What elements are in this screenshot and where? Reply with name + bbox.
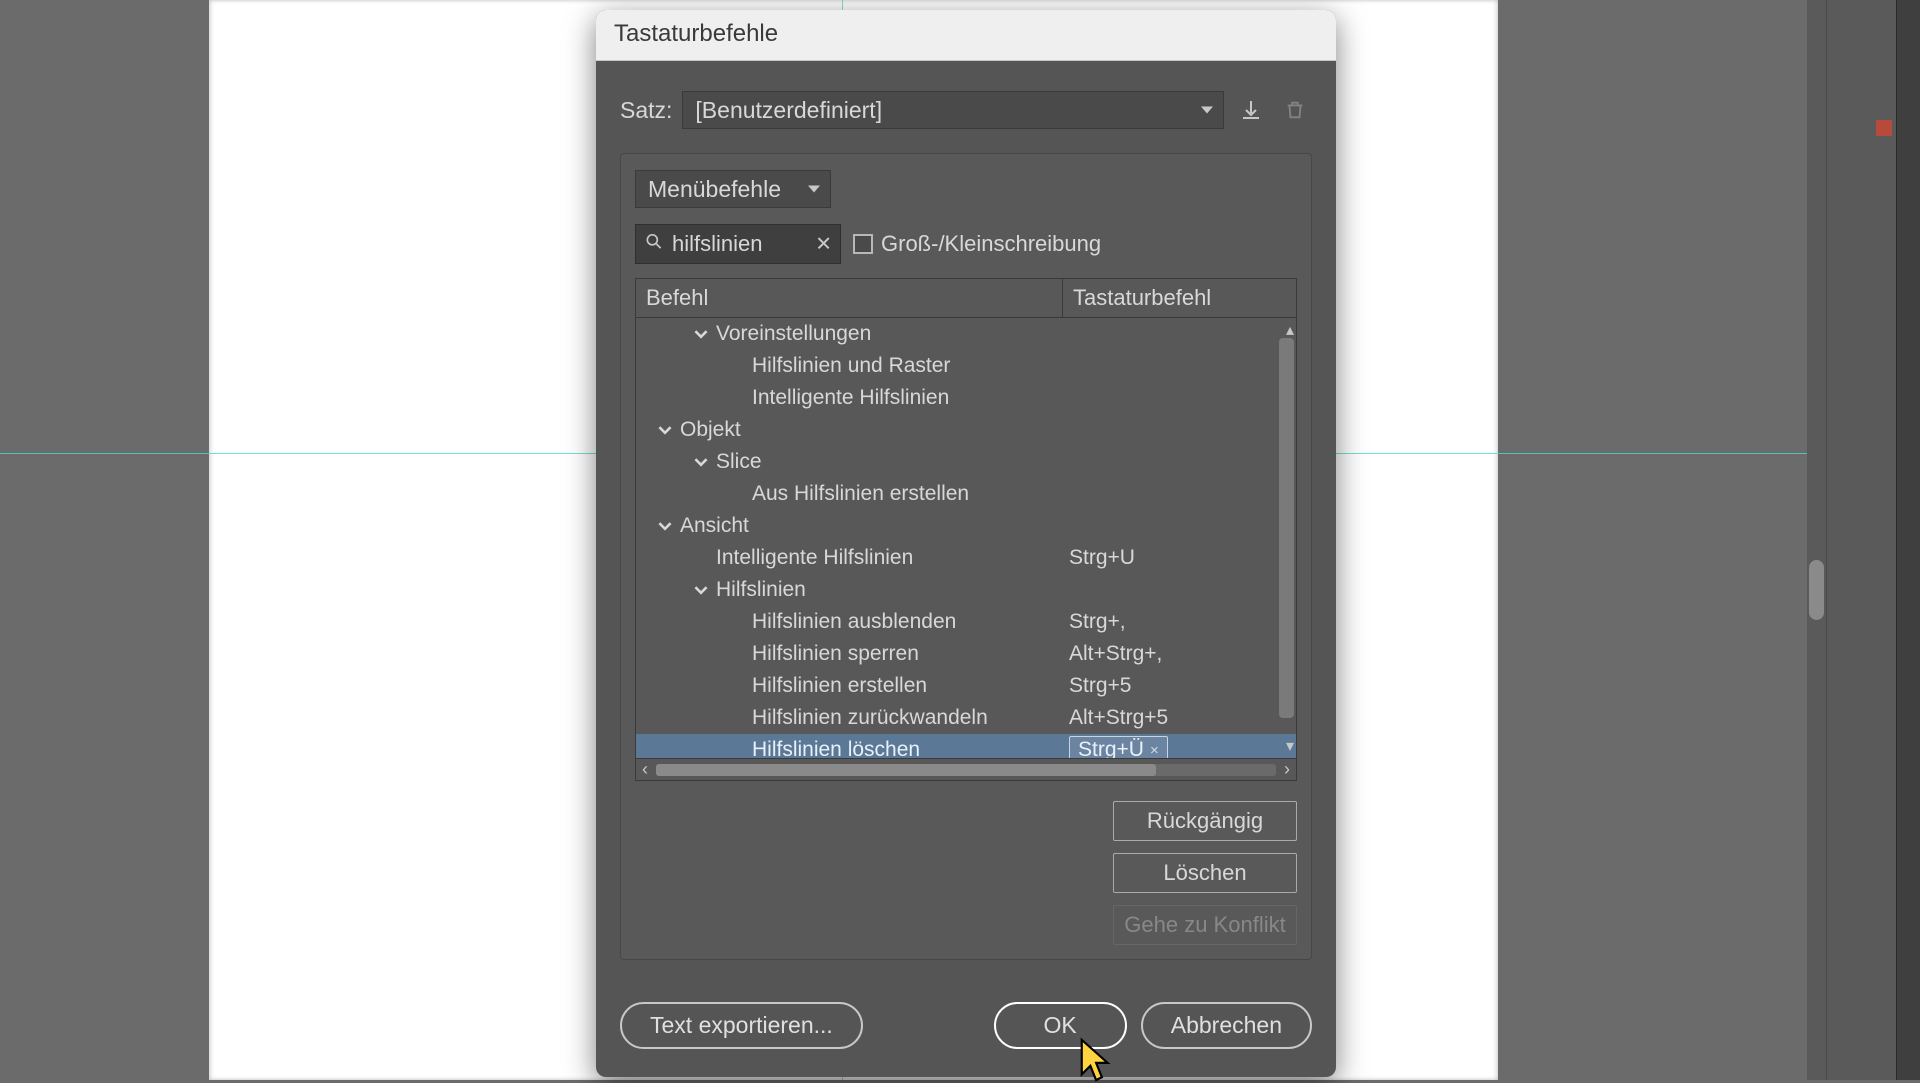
shortcut-cell: Strg+5 [1063,674,1296,698]
shortcut-cell: Strg+, [1063,610,1296,634]
goto-conflict-button: Gehe zu Konflikt [1113,905,1297,945]
shortcut-chip[interactable]: Strg+Ü × [1069,736,1168,758]
command-label: Voreinstellungen [716,322,871,346]
column-header-shortcut[interactable]: Tastaturbefehl [1063,279,1296,317]
hscroll-right-arrow[interactable]: › [1284,759,1290,780]
keyboard-shortcuts-dialog: Tastaturbefehle Satz: [Benutzerdefiniert… [596,10,1336,1077]
command-label: Hilfslinien ausblenden [752,610,956,634]
hscroll-thumb[interactable] [656,764,1156,776]
chevron-down-icon[interactable] [692,581,710,599]
search-icon [644,232,664,257]
clear-search-icon[interactable]: ✕ [815,232,832,257]
shortcut-cell: Strg+U [1063,546,1296,570]
table-row[interactable]: Ansicht [636,510,1296,542]
command-label: Hilfslinien zurückwandeln [752,706,988,730]
tree-leaf-spacer [728,677,746,695]
search-input-wrap[interactable]: ✕ [635,224,841,264]
table-row[interactable]: Hilfslinien zurückwandeln Alt+Strg+5 [636,702,1296,734]
table-row[interactable]: Intelligente Hilfslinien [636,382,1296,414]
table-row[interactable]: Hilfslinien sperren Alt+Strg+, [636,638,1296,670]
table-row[interactable]: Voreinstellungen [636,318,1296,350]
tree-leaf-spacer [728,613,746,631]
command-label: Slice [716,450,762,474]
panel-swatch-icon[interactable] [1876,120,1892,136]
command-type-select[interactable]: Menübefehle [635,170,831,208]
hscroll[interactable]: ‹ › [636,758,1296,780]
export-text-button[interactable]: Text exportieren... [620,1002,863,1049]
table-body: ▴ ▾ Voreinstellungen Hilfslinien und Rast… [636,318,1296,758]
table-row[interactable]: Aus Hilfslinien erstellen [636,478,1296,510]
commands-panel: Menübefehle ✕ Groß-/Kleinschreibung [620,153,1312,960]
remove-shortcut-icon[interactable]: × [1150,742,1159,759]
table-row[interactable]: Hilfslinien [636,574,1296,606]
set-select[interactable]: [Benutzerdefiniert] [682,91,1224,129]
commands-table: Befehl Tastaturbefehl ▴ ▾ Voreinstellung… [635,278,1297,781]
shortcut-text: Strg+Ü [1078,738,1144,758]
dialog-title: Tastaturbefehle [596,10,1336,61]
shortcut-cell[interactable]: Strg+Ü × [1063,736,1296,758]
command-label: Hilfslinien erstellen [752,674,927,698]
table-row[interactable]: Objekt [636,414,1296,446]
scroll-up-arrow[interactable]: ▴ [1286,320,1294,340]
save-set-button[interactable] [1234,93,1268,127]
chevron-down-icon[interactable] [656,517,674,535]
command-label: Hilfslinien löschen [752,738,920,758]
cancel-button[interactable]: Abbrechen [1141,1002,1312,1049]
case-sensitive-checkbox[interactable]: Groß-/Kleinschreibung [853,231,1101,257]
chevron-down-icon [808,186,820,193]
delete-shortcut-button[interactable]: Löschen [1113,853,1297,893]
panel-dock-right [1896,0,1920,1080]
chevron-down-icon [1201,107,1213,114]
table-row[interactable]: Hilfslinien löschen Strg+Ü × [636,734,1296,758]
table-row[interactable]: Hilfslinien und Raster [636,350,1296,382]
command-label: Objekt [680,418,741,442]
command-label: Intelligente Hilfslinien [752,386,949,410]
command-label: Ansicht [680,514,749,538]
table-header: Befehl Tastaturbefehl [636,279,1296,318]
set-row: Satz: [Benutzerdefiniert] [620,91,1312,129]
undo-button[interactable]: Rückgängig [1113,801,1297,841]
table-row[interactable]: Slice [636,446,1296,478]
hscroll-left-arrow[interactable]: ‹ [642,759,648,780]
shortcut-cell: Alt+Strg+5 [1063,706,1296,730]
tree-leaf-spacer [728,357,746,375]
vscroll-track[interactable] [1279,338,1294,738]
chevron-down-icon[interactable] [656,421,674,439]
case-sensitive-label: Groß-/Kleinschreibung [881,231,1101,257]
tree-leaf-spacer [728,485,746,503]
scroll-down-arrow[interactable]: ▾ [1286,736,1294,756]
panel-strip-right [1826,0,1896,1080]
vscroll-thumb[interactable] [1279,338,1294,718]
tree-leaf-spacer [728,389,746,407]
command-label: Aus Hilfslinien erstellen [752,482,969,506]
set-label: Satz: [620,97,672,124]
tree-leaf-spacer [692,549,710,567]
column-header-command[interactable]: Befehl [636,279,1063,317]
shortcut-cell: Alt+Strg+, [1063,642,1296,666]
dialog-footer: Text exportieren... OK Abbrechen [620,1002,1312,1049]
command-label: Hilfslinien und Raster [752,354,950,378]
command-label: Intelligente Hilfslinien [716,546,913,570]
main-scrollbar[interactable] [1807,0,1826,1080]
chevron-down-icon[interactable] [692,325,710,343]
table-row[interactable]: Intelligente Hilfslinien Strg+U [636,542,1296,574]
command-label: Hilfslinien [716,578,806,602]
chevron-down-icon[interactable] [692,453,710,471]
tree-leaf-spacer [728,741,746,758]
ok-button[interactable]: OK [994,1002,1127,1049]
tree-leaf-spacer [728,709,746,727]
scrollbar-thumb[interactable] [1809,560,1824,620]
search-input[interactable] [672,231,810,257]
table-row[interactable]: Hilfslinien ausblenden Strg+, [636,606,1296,638]
checkbox-box[interactable] [853,234,873,254]
delete-set-button [1278,93,1312,127]
table-row[interactable]: Hilfslinien erstellen Strg+5 [636,670,1296,702]
command-label: Hilfslinien sperren [752,642,919,666]
command-type-value: Menübefehle [648,176,781,203]
set-select-value: [Benutzerdefiniert] [695,97,882,124]
tree-leaf-spacer [728,645,746,663]
